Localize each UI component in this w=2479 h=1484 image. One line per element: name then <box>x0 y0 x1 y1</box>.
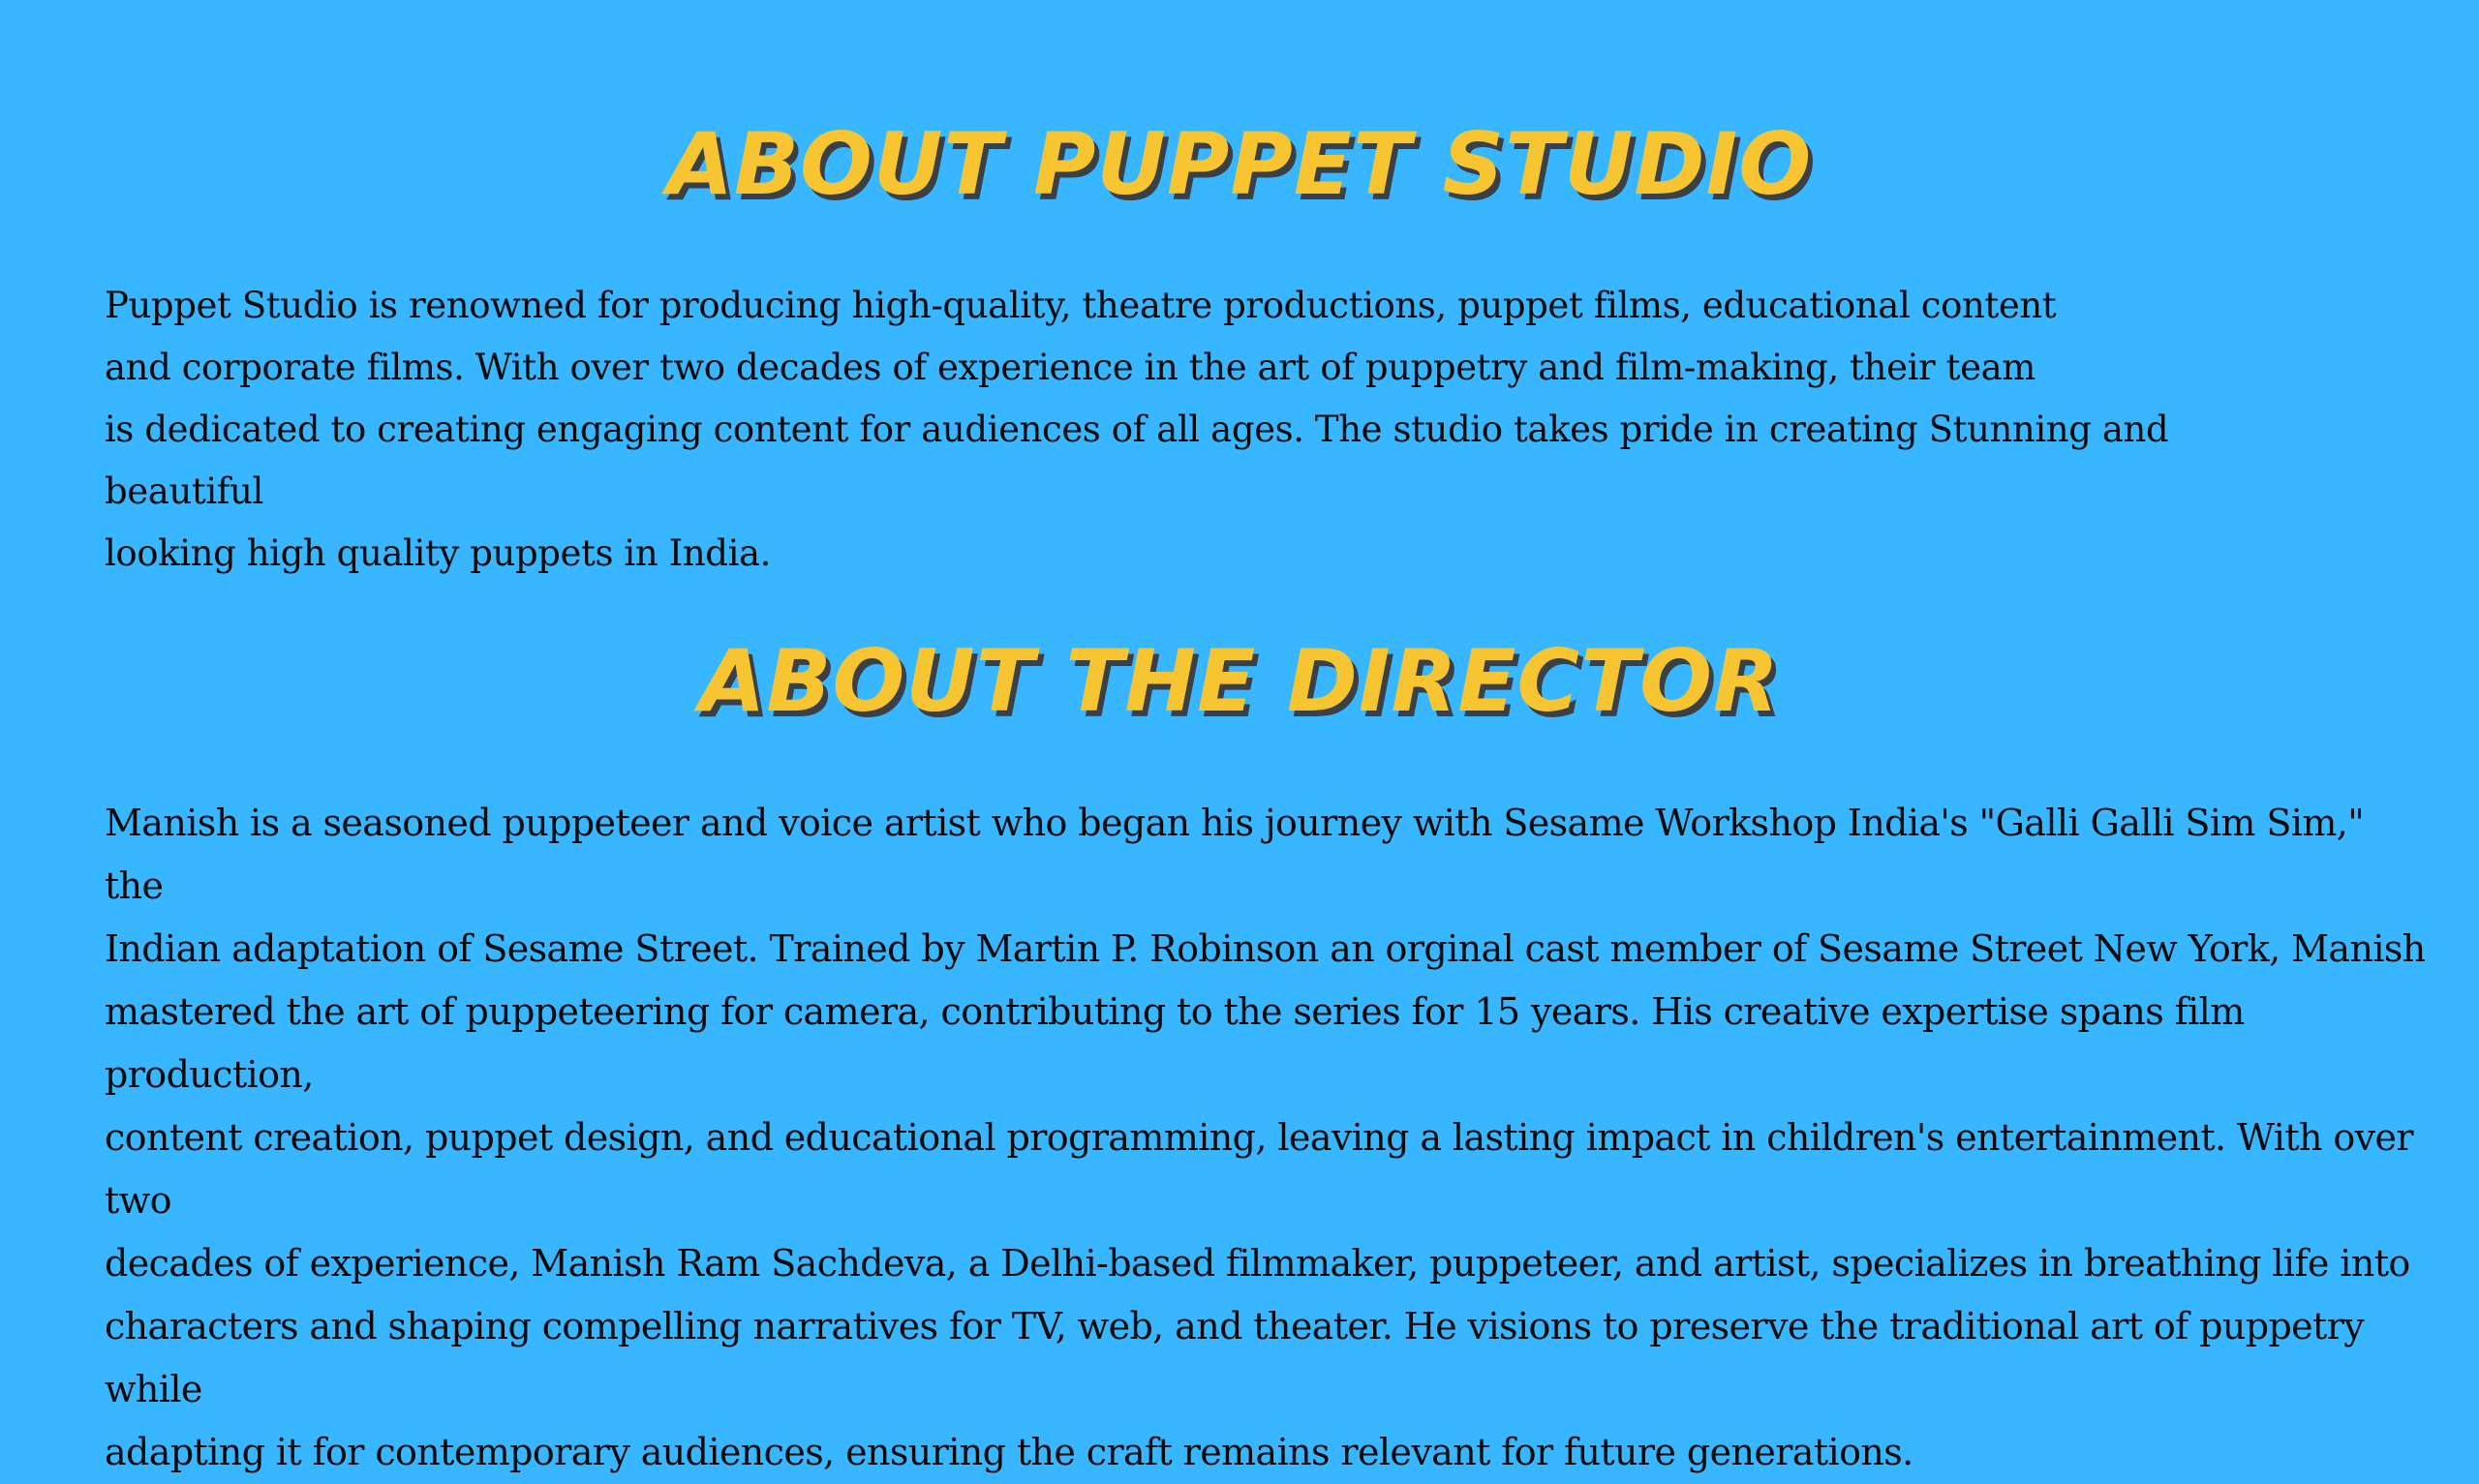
about-page: ABOUT PUPPET STUDIO Puppet Studio is ren… <box>0 0 2479 1474</box>
about-director-text: Manish is a seasoned puppeteer and voice… <box>105 802 2426 1473</box>
about-studio-text: Puppet Studio is renowned for producing … <box>105 285 2169 574</box>
about-director-heading: ABOUT THE DIRECTOR <box>699 631 1780 731</box>
about-studio-heading: ABOUT PUPPET STUDIO <box>666 114 1813 214</box>
